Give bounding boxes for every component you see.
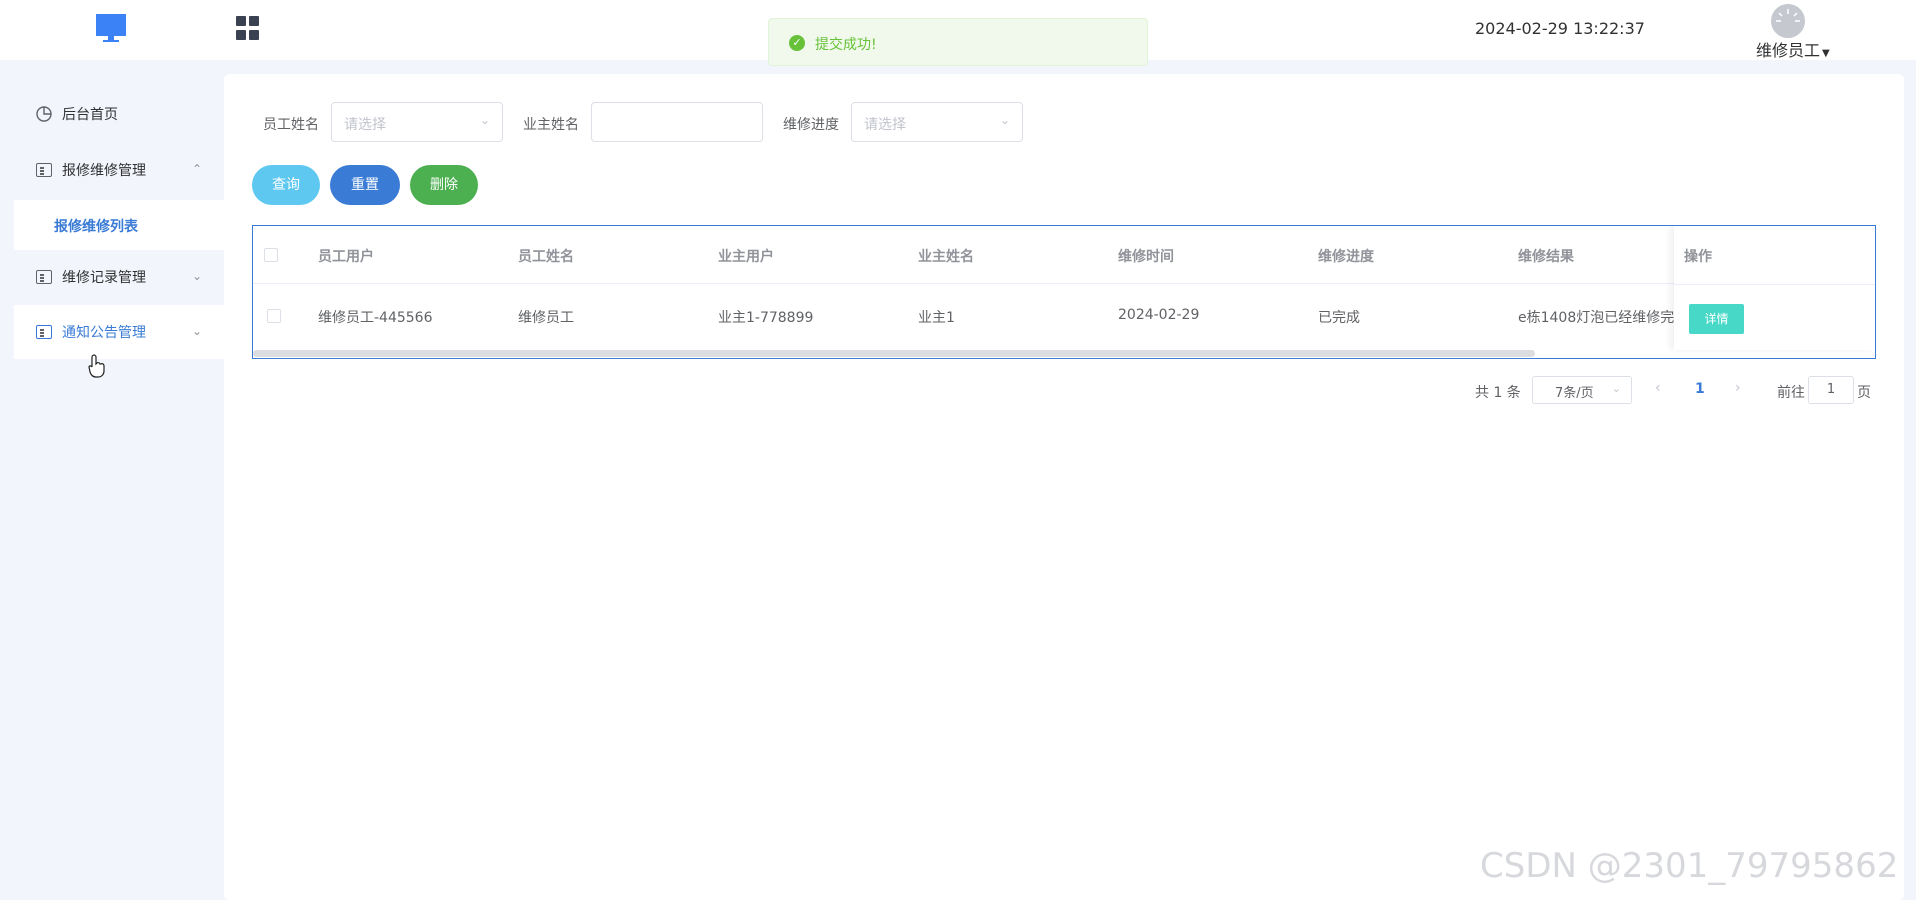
grid-icon[interactable] (236, 16, 260, 40)
horizontal-scrollbar[interactable] (253, 350, 1535, 357)
document-icon (36, 325, 52, 339)
column-header[interactable]: 员工姓名 (518, 246, 574, 266)
table-row: 维修员工-445566 维修员工 业主1-778899 业主1 2024-02-… (253, 284, 1875, 348)
cell-repair-time: 2024-02-29 (1118, 307, 1200, 323)
watermark: CSDN @2301_79795862 (1480, 846, 1899, 886)
document-icon (36, 163, 52, 177)
user-name-label: 维修员工 (1756, 41, 1821, 60)
cell-employee-name: 维修员工 (518, 310, 574, 326)
sidebar-subitem-repair-list[interactable]: 报修维修列表 (14, 200, 224, 250)
page-size-select[interactable]: 7条/页 ⌄ (1532, 376, 1632, 404)
chevron-down-icon: ⌄ (1611, 382, 1621, 395)
row-checkbox[interactable] (267, 309, 281, 323)
owner-name-input[interactable] (591, 102, 763, 142)
detail-button[interactable]: 详情 (1689, 304, 1744, 334)
next-page-icon[interactable]: › (1735, 380, 1741, 396)
cell-owner-user: 业主1-778899 (718, 310, 814, 326)
cell-owner-name: 业主1 (918, 310, 955, 326)
chevron-down-icon: ⌄ (479, 113, 490, 127)
chevron-up-icon: ⌃ (191, 162, 202, 176)
main-panel: 员工姓名 请选择 ⌄ 业主姓名 维修进度 请选择 ⌄ 查询 重置 删除 员工用户… (224, 74, 1904, 900)
data-table: 员工用户 员工姓名 业主用户 业主姓名 维修时间 维修进度 维修结果 维修员工-… (252, 225, 1876, 359)
query-button[interactable]: 查询 (252, 165, 320, 205)
user-menu[interactable]: 维修员工 ▼ (1756, 37, 1830, 61)
chevron-down-icon: ⌄ (191, 269, 202, 283)
success-check-icon: ✓ (789, 35, 805, 51)
column-header[interactable]: 员工用户 (318, 246, 374, 266)
cell-result: e栋1408灯泡已经维修完成 (1518, 310, 1689, 326)
sidebar-item-repair-records[interactable]: 维修记录管理 ⌄ (14, 250, 224, 304)
fixed-action-column: 操作 详情 (1674, 226, 1875, 350)
page-size-value: 7条/页 (1555, 386, 1594, 401)
hand-cursor-icon (88, 354, 105, 378)
progress-select[interactable]: 请选择 ⌄ (851, 102, 1023, 142)
cell-employee-user: 维修员工-445566 (318, 310, 433, 326)
employee-name-select[interactable]: 请选择 ⌄ (331, 102, 503, 142)
column-header[interactable]: 业主用户 (718, 246, 774, 266)
sidebar-item-label: 通知公告管理 (62, 325, 146, 341)
select-all-checkbox[interactable] (264, 248, 278, 262)
toast-message: 提交成功! (815, 37, 877, 53)
sidebar-subitem-label: 报修维修列表 (54, 219, 138, 235)
sidebar-item-notices[interactable]: 通知公告管理 ⌄ (14, 305, 224, 359)
monitor-icon (96, 14, 126, 42)
sidebar-item-label: 后台首页 (62, 107, 118, 123)
sidebar-item-label: 报修维修管理 (62, 163, 146, 179)
page-number[interactable]: 1 (1695, 381, 1705, 397)
chevron-down-icon: ⌄ (999, 113, 1010, 127)
sidebar-item-repair-management[interactable]: 报修维修管理 ⌃ (14, 143, 224, 197)
table-header: 员工用户 员工姓名 业主用户 业主姓名 维修时间 维修进度 维修结果 (253, 226, 1875, 284)
reset-button[interactable]: 重置 (330, 165, 400, 205)
owner-name-label: 业主姓名 (523, 117, 579, 133)
chevron-down-icon: ⌄ (191, 324, 202, 338)
employee-name-placeholder: 请选择 (344, 117, 386, 133)
column-header[interactable]: 业主姓名 (918, 246, 974, 266)
sidebar-item-home[interactable]: 后台首页 (14, 87, 224, 141)
progress-placeholder: 请选择 (864, 117, 906, 133)
prev-page-icon[interactable]: ‹ (1655, 380, 1661, 396)
column-header[interactable]: 维修结果 (1518, 246, 1574, 266)
current-datetime: 2024-02-29 13:22:37 (1475, 19, 1645, 38)
avatar[interactable] (1771, 4, 1805, 38)
progress-label: 维修进度 (783, 117, 839, 133)
cell-progress: 已完成 (1318, 310, 1360, 326)
goto-page-input[interactable]: 1 (1808, 376, 1854, 404)
column-header[interactable]: 维修进度 (1318, 246, 1374, 266)
pagination-total: 共 1 条 (1475, 385, 1521, 401)
column-header[interactable]: 维修时间 (1118, 246, 1174, 266)
column-header: 操作 (1684, 249, 1712, 265)
goto-unit: 页 (1857, 385, 1871, 401)
chevron-down-icon: ▼ (1822, 48, 1830, 59)
goto-label: 前往 (1777, 385, 1805, 401)
sidebar-item-label: 维修记录管理 (62, 270, 146, 286)
delete-button[interactable]: 删除 (410, 165, 478, 205)
success-toast: ✓ 提交成功! (768, 18, 1148, 66)
clock-icon (36, 106, 52, 122)
document-icon (36, 270, 52, 284)
employee-name-label: 员工姓名 (263, 117, 319, 133)
